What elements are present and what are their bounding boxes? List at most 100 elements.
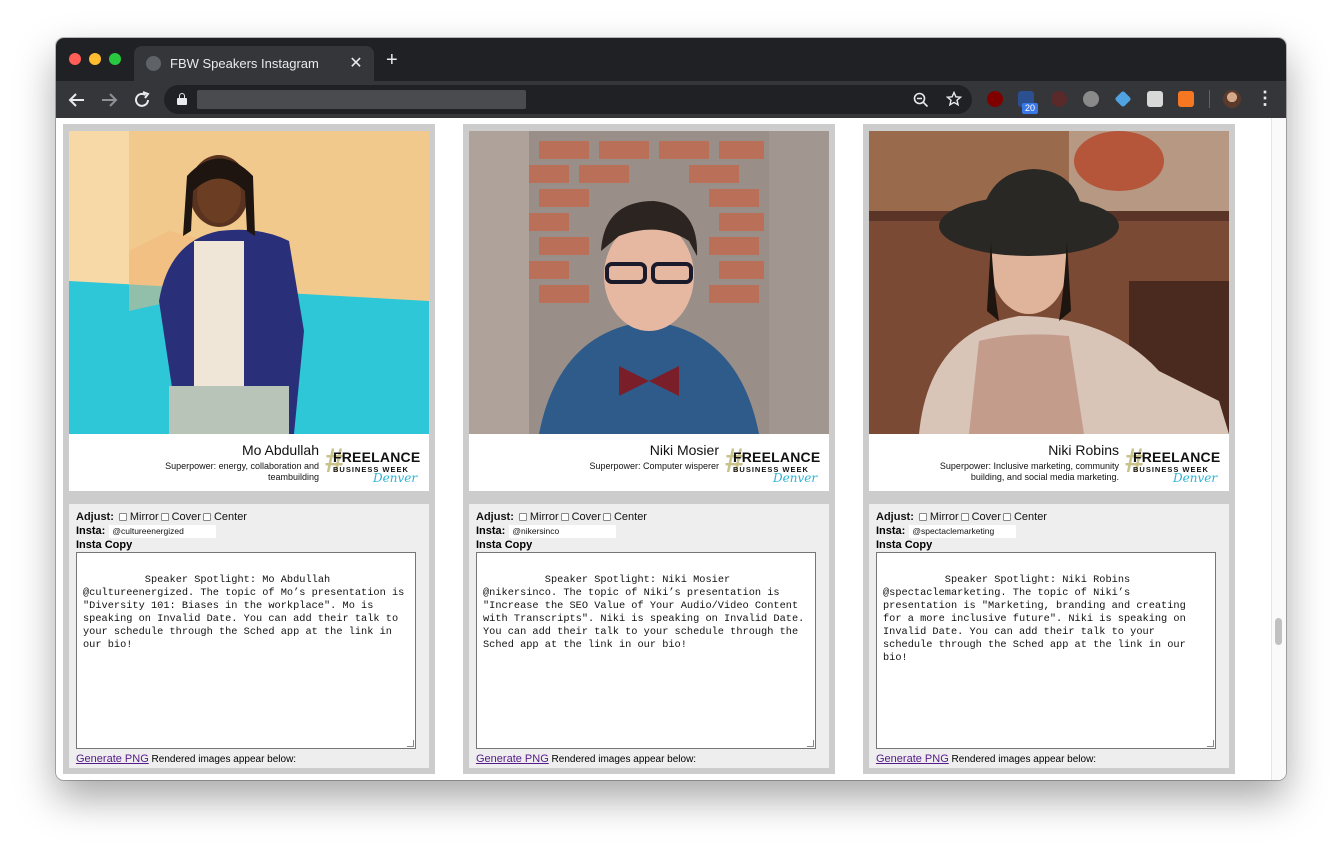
center-label: Center (213, 511, 247, 523)
cover-label: Cover (971, 511, 1001, 523)
tab-title: FBW Speakers Instagram (170, 56, 319, 71)
speaker-card: Niki Mosier Superpower: Computer wispere… (463, 124, 835, 774)
speaker-superpower: Superpower: Inclusive marketing, communi… (939, 461, 1119, 482)
reload-icon[interactable] (131, 89, 153, 111)
extension-badge: 20 (1022, 103, 1039, 114)
generate-row: Generate PNG Rendered images appear belo… (76, 753, 422, 765)
insta-copy-textarea[interactable]: Speaker Spotlight: Niki Robins @spectacl… (876, 552, 1216, 749)
preview-caption: Mo Abdullah Superpower: energy, collabor… (69, 434, 429, 491)
cover-label: Cover (571, 511, 601, 523)
cover-checkbox[interactable] (160, 513, 169, 521)
preview-caption: Niki Robins Superpower: Inclusive market… (869, 434, 1229, 491)
insta-copy-label: Insta Copy (476, 539, 533, 551)
adjust-label: Adjust: (476, 511, 514, 523)
logo-line-3: Denver (373, 471, 418, 485)
zoom-out-icon[interactable] (913, 92, 929, 108)
fbw-logo: # FREELANCE BUSINESS WEEK Denver (325, 442, 420, 486)
new-tab-button[interactable]: + (386, 50, 398, 70)
mirror-label: Mirror (129, 511, 159, 523)
extension-privacy-icon[interactable] (1083, 91, 1099, 107)
cover-checkbox[interactable] (960, 513, 969, 521)
mirror-checkbox[interactable] (918, 513, 927, 521)
instagram-preview: Niki Robins Superpower: Inclusive market… (869, 131, 1229, 491)
rendered-note: Rendered images appear below: (151, 754, 297, 765)
card-controls: Adjust: Mirror Cover Center Insta: @spec… (869, 504, 1229, 768)
speaker-name: Niki Mosier (649, 442, 719, 458)
forward-arrow-icon[interactable] (98, 89, 120, 111)
insta-row: Insta: @nikersinco (476, 524, 822, 538)
center-checkbox[interactable] (1002, 513, 1011, 521)
toolbar-divider (1209, 90, 1210, 108)
generate-row: Generate PNG Rendered images appear belo… (476, 753, 822, 765)
profile-avatar[interactable] (1223, 90, 1241, 108)
speaker-photo (869, 131, 1229, 434)
extension-mascot-icon[interactable] (1051, 91, 1067, 107)
insta-handle-input[interactable]: @spectaclemarketing (909, 524, 1017, 538)
resize-handle-icon[interactable] (1207, 740, 1214, 747)
center-label: Center (613, 511, 647, 523)
scrollbar-thumb[interactable] (1275, 618, 1282, 645)
browser-tab[interactable]: FBW Speakers Instagram ✕ (134, 46, 374, 81)
hubspot-icon[interactable] (1178, 91, 1194, 107)
vertical-scrollbar[interactable] (1271, 118, 1286, 780)
lock-icon (177, 93, 187, 105)
page-content: Mo Abdullah Superpower: energy, collabor… (56, 118, 1286, 780)
preview-caption: Niki Mosier Superpower: Computer wispere… (469, 434, 829, 491)
back-arrow-icon[interactable] (66, 89, 88, 111)
logo-line-1: FREELANCE (1133, 449, 1221, 465)
extension-card-icon[interactable] (1147, 91, 1163, 107)
fbw-logo: # FREELANCE BUSINESS WEEK Denver (1125, 442, 1221, 486)
speaker-superpower: Superpower: energy, collaboration and te… (165, 461, 319, 482)
adjust-row: Adjust: Mirror Cover Center (876, 510, 1222, 524)
generate-png-link[interactable]: Generate PNG (76, 753, 149, 765)
close-window-button[interactable] (69, 53, 81, 65)
insta-copy-text: Speaker Spotlight: Mo Abdullah @culturee… (83, 574, 411, 651)
adjust-row: Adjust: Mirror Cover Center (76, 510, 422, 524)
center-label: Center (1013, 511, 1047, 523)
insta-copy-text: Speaker Spotlight: Niki Mosier @nikersin… (483, 574, 811, 651)
minimize-window-button[interactable] (89, 53, 101, 65)
logo-line-1: FREELANCE (733, 449, 821, 465)
insta-copy-label: Insta Copy (76, 539, 133, 551)
mirror-checkbox[interactable] (118, 513, 127, 521)
center-checkbox[interactable] (202, 513, 211, 521)
more-menu-icon[interactable]: ⋮ (1256, 88, 1274, 109)
insta-row: Insta: @spectaclemarketing (876, 524, 1222, 538)
cover-checkbox[interactable] (560, 513, 569, 521)
card-controls: Adjust: Mirror Cover Center Insta: @nike… (469, 504, 829, 768)
logo-line-3: Denver (1173, 471, 1218, 485)
cover-label: Cover (171, 511, 201, 523)
rendered-note: Rendered images appear below: (551, 754, 697, 765)
url-text-redacted (197, 90, 526, 109)
instagram-preview: Mo Abdullah Superpower: energy, collabor… (69, 131, 429, 491)
insta-copy-text: Speaker Spotlight: Niki Robins @spectacl… (883, 574, 1192, 664)
resize-handle-icon[interactable] (807, 740, 814, 747)
resize-handle-icon[interactable] (407, 740, 414, 747)
insta-handle-input[interactable]: @nikersinco (509, 524, 617, 538)
adjust-row: Adjust: Mirror Cover Center (476, 510, 822, 524)
instagram-preview: Niki Mosier Superpower: Computer wispere… (469, 131, 829, 491)
mirror-checkbox[interactable] (518, 513, 527, 521)
mirror-label: Mirror (929, 511, 959, 523)
diamond-icon[interactable] (1114, 90, 1132, 108)
close-icon[interactable]: ✕ (347, 53, 365, 73)
insta-copy-textarea[interactable]: Speaker Spotlight: Niki Mosier @nikersin… (476, 552, 816, 749)
generate-row: Generate PNG Rendered images appear belo… (876, 753, 1222, 765)
insta-copy-textarea[interactable]: Speaker Spotlight: Mo Abdullah @culturee… (76, 552, 416, 749)
rendered-note: Rendered images appear below: (951, 754, 1097, 765)
tab-bar: FBW Speakers Instagram ✕ + (56, 38, 1286, 81)
insta-copy-label: Insta Copy (876, 539, 933, 551)
insta-label: Insta: (76, 525, 106, 537)
ublock-icon[interactable] (987, 91, 1003, 107)
card-controls: Adjust: Mirror Cover Center Insta: @cult… (69, 504, 429, 768)
insta-handle-input[interactable]: @cultureenergized (109, 524, 217, 538)
address-bar[interactable] (164, 85, 972, 114)
generate-png-link[interactable]: Generate PNG (476, 753, 549, 765)
insta-label: Insta: (876, 525, 906, 537)
generate-png-link[interactable]: Generate PNG (876, 753, 949, 765)
bookmark-star-icon[interactable] (946, 91, 962, 107)
maximize-window-button[interactable] (109, 53, 121, 65)
browser-toolbar: 20 ⋮ (56, 81, 1286, 118)
insta-row: Insta: @cultureenergized (76, 524, 422, 538)
center-checkbox[interactable] (602, 513, 611, 521)
